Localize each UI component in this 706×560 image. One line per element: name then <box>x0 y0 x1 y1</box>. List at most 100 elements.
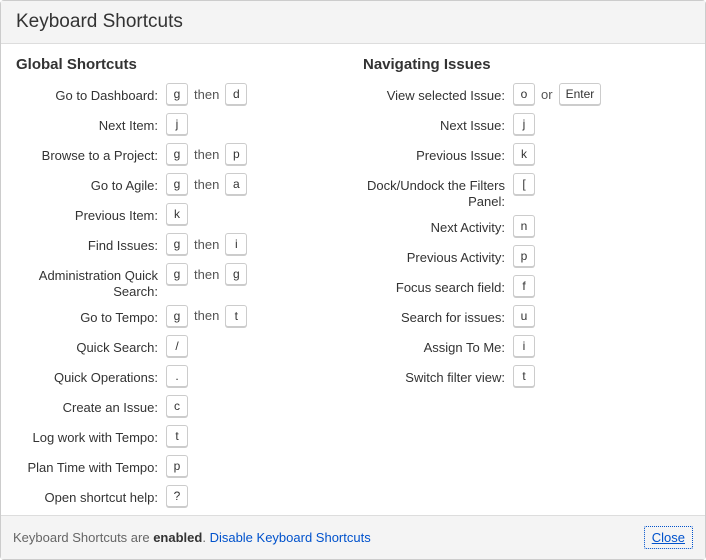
key-separator: then <box>194 87 219 102</box>
shortcut-keys: oor Enter <box>513 83 601 105</box>
shortcut-keys: . <box>166 365 188 387</box>
shortcut-label: Focus search field: <box>363 275 513 296</box>
status-prefix: Keyboard Shortcuts are <box>13 530 153 545</box>
key: t <box>225 305 247 327</box>
key: u <box>513 305 535 327</box>
key: Enter <box>559 83 602 105</box>
shortcut-row: Quick Operations:. <box>16 365 343 391</box>
dialog-title: Keyboard Shortcuts <box>16 11 690 33</box>
shortcut-row: Plan Time with Tempo:p <box>16 455 343 481</box>
shortcut-row: Next Activity:n <box>363 215 690 241</box>
navigating-issues-list: View selected Issue:oor Enter Next Issue:j… <box>363 83 690 391</box>
key: t <box>166 425 188 447</box>
shortcut-label: Go to Tempo: <box>16 305 166 326</box>
key: a <box>225 173 247 195</box>
shortcut-keys: p <box>513 245 535 267</box>
key: g <box>225 263 247 285</box>
shortcut-keys: Ctrl+s <box>166 515 248 516</box>
key: f <box>513 275 535 297</box>
shortcut-keys: t <box>513 365 535 387</box>
shortcut-row: Log work with Tempo:t <box>16 425 343 451</box>
key-separator: then <box>194 147 219 162</box>
shortcut-row: Switch filter view:t <box>363 365 690 391</box>
key-separator: then <box>194 237 219 252</box>
shortcut-row: Create an Issue:c <box>16 395 343 421</box>
key-separator: then <box>194 177 219 192</box>
navigating-issues-column: Navigating Issues View selected Issue:oo… <box>363 56 690 515</box>
global-shortcuts-column: Global Shortcuts Go to Dashboard:gthend N… <box>16 56 343 515</box>
key: s <box>226 515 248 516</box>
shortcut-keys: gtheng <box>166 263 247 285</box>
shortcut-label: Go to Agile: <box>16 173 166 194</box>
dialog-body[interactable]: Global Shortcuts Go to Dashboard:gthend N… <box>1 44 705 515</box>
shortcut-row: Go to Dashboard:gthend <box>16 83 343 109</box>
shortcut-row: Next Issue:j <box>363 113 690 139</box>
key: k <box>513 143 535 165</box>
key: c <box>166 395 188 417</box>
shortcut-row: Form Submit:Ctrl+s <box>16 515 343 516</box>
key-separator: or <box>541 87 553 102</box>
key: p <box>513 245 535 267</box>
key: / <box>166 335 188 357</box>
shortcut-row: Dock/Undock the Filters Panel:[ <box>363 173 690 211</box>
shortcut-row: Search for issues:u <box>363 305 690 331</box>
shortcut-row: Next Item:j <box>16 113 343 139</box>
close-button[interactable]: Close <box>644 526 693 549</box>
key: g <box>166 233 188 255</box>
dialog-footer: Keyboard Shortcuts are enabled. Disable … <box>1 515 705 559</box>
shortcut-row: Focus search field:f <box>363 275 690 301</box>
shortcut-label: Form Submit: <box>16 515 166 516</box>
shortcut-keys: gthend <box>166 83 247 105</box>
shortcut-row: Open shortcut help:? <box>16 485 343 511</box>
key: i <box>225 233 247 255</box>
key: o <box>513 83 535 105</box>
status-suffix: . <box>202 530 209 545</box>
shortcut-label: Open shortcut help: <box>16 485 166 506</box>
shortcut-label: Quick Search: <box>16 335 166 356</box>
key-separator: then <box>194 308 219 323</box>
key: g <box>166 83 188 105</box>
key: g <box>166 305 188 327</box>
shortcut-keys: k <box>166 203 188 225</box>
shortcut-label: Next Issue: <box>363 113 513 134</box>
disable-shortcuts-link[interactable]: Disable Keyboard Shortcuts <box>210 530 371 545</box>
shortcut-row: Go to Tempo:gthent <box>16 305 343 331</box>
shortcut-row: Administration Quick Search:gtheng <box>16 263 343 301</box>
key: j <box>166 113 188 135</box>
shortcut-keys: j <box>513 113 535 135</box>
shortcut-row: Quick Search:/ <box>16 335 343 361</box>
shortcut-keys: ? <box>166 485 188 507</box>
shortcut-keys: gtheni <box>166 233 247 255</box>
shortcut-keys: t <box>166 425 188 447</box>
navigating-issues-heading: Navigating Issues <box>363 56 690 73</box>
shortcut-label: Previous Issue: <box>363 143 513 164</box>
shortcut-row: Browse to a Project:gthenp <box>16 143 343 169</box>
shortcut-status: Keyboard Shortcuts are enabled. Disable … <box>13 530 371 545</box>
key: t <box>513 365 535 387</box>
key: g <box>166 143 188 165</box>
key-separator: then <box>194 267 219 282</box>
shortcut-label: Previous Item: <box>16 203 166 224</box>
shortcut-keys: c <box>166 395 188 417</box>
shortcut-label: View selected Issue: <box>363 83 513 104</box>
shortcut-keys: f <box>513 275 535 297</box>
shortcut-label: Dock/Undock the Filters Panel: <box>363 173 513 211</box>
shortcut-row: Previous Activity:p <box>363 245 690 271</box>
key: g <box>166 173 188 195</box>
shortcut-keys: / <box>166 335 188 357</box>
global-shortcuts-heading: Global Shortcuts <box>16 56 343 73</box>
shortcut-label: Find Issues: <box>16 233 166 254</box>
shortcut-label: Switch filter view: <box>363 365 513 386</box>
shortcut-label: Next Item: <box>16 113 166 134</box>
shortcut-label: Browse to a Project: <box>16 143 166 164</box>
shortcut-row: Find Issues:gtheni <box>16 233 343 259</box>
shortcut-row: Assign To Me:i <box>363 335 690 361</box>
shortcut-keys: gthent <box>166 305 247 327</box>
shortcut-row: Previous Item:k <box>16 203 343 229</box>
shortcut-label: Search for issues: <box>363 305 513 326</box>
shortcut-keys: gthena <box>166 173 247 195</box>
key: [ <box>513 173 535 195</box>
shortcut-label: Administration Quick Search: <box>16 263 166 301</box>
key: n <box>513 215 535 237</box>
key: d <box>225 83 247 105</box>
